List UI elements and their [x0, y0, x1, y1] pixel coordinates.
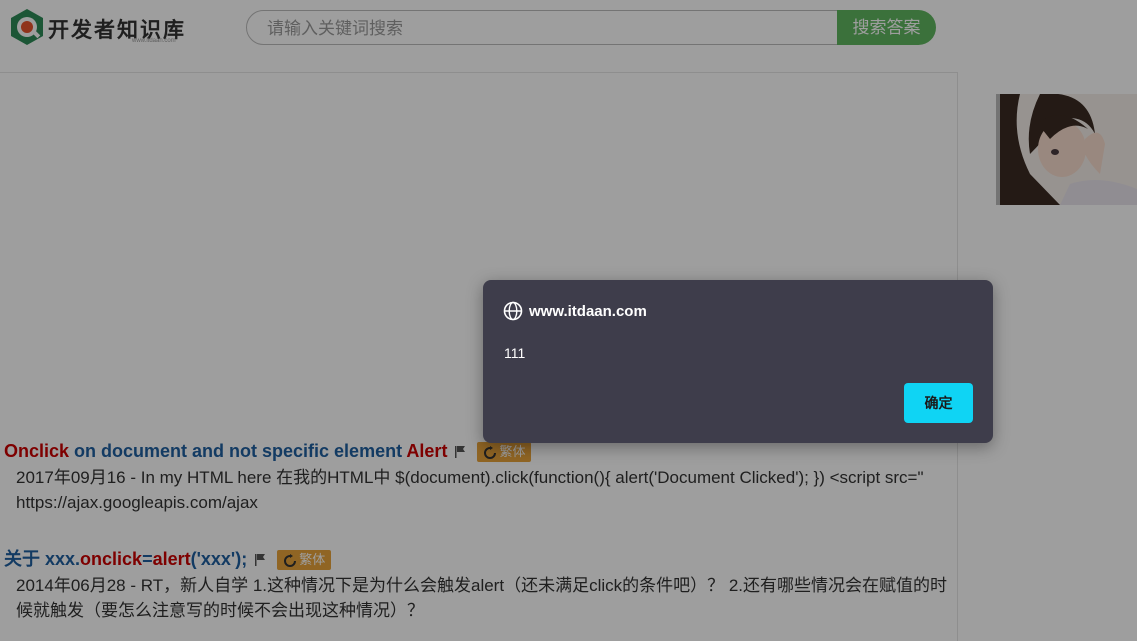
dialog-header: www.itdaan.com [503, 300, 647, 322]
dialog-domain: www.itdaan.com [529, 302, 647, 320]
dialog-message: 111 [504, 345, 526, 361]
ok-button[interactable]: 确定 [904, 383, 973, 423]
globe-icon [503, 301, 523, 321]
alert-dialog: www.itdaan.com 111 确定 [483, 280, 993, 443]
